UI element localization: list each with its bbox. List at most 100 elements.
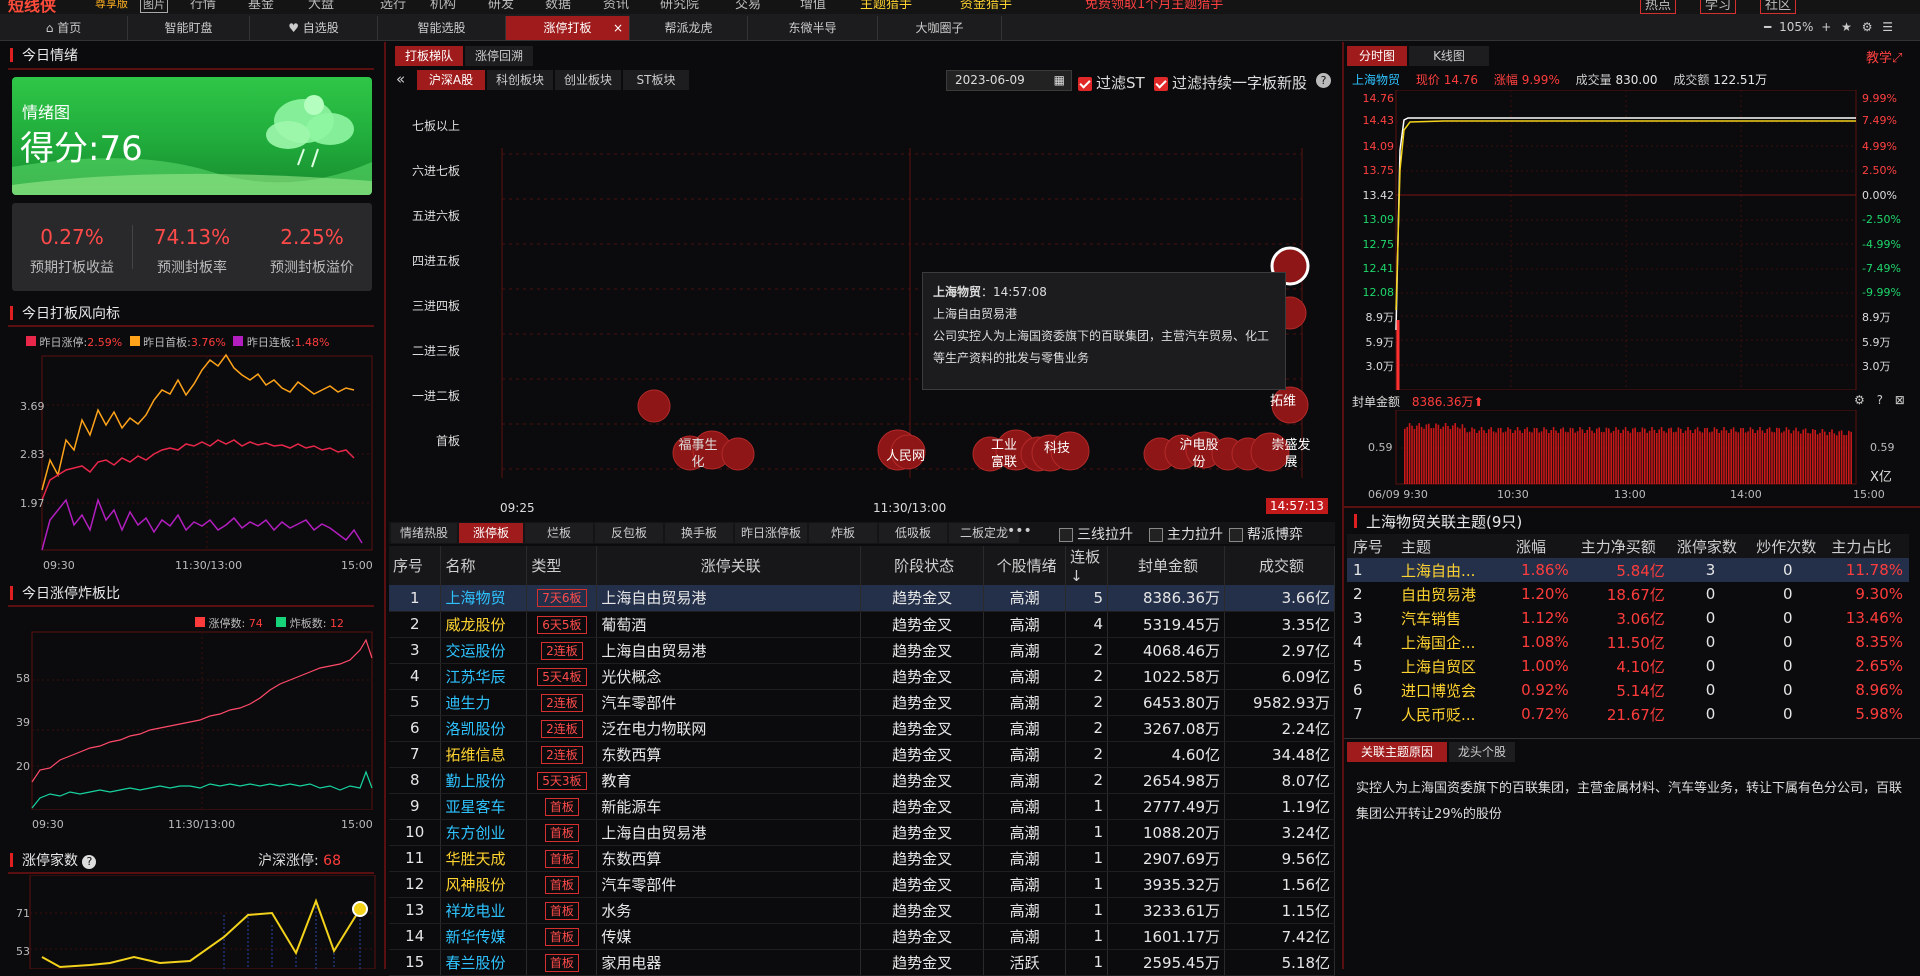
gear-icon[interactable]: ⚙ <box>1854 393 1865 407</box>
tab-intraday[interactable]: 分时图 <box>1347 46 1407 66</box>
bubble-label[interactable]: 福事生化 <box>677 437 719 471</box>
star-icon[interactable]: ★ <box>1841 20 1852 34</box>
learn-button[interactable]: 学习 <box>1700 0 1737 14</box>
btab-broken[interactable]: 炸板 <box>809 523 877 543</box>
btab-limitup[interactable]: 涨停板 <box>459 523 523 543</box>
table-row[interactable]: 3 交运股份 2连板 上海自由贸易港 趋势金叉 高潮 2 4068.46万 2.97亿 <box>389 637 1336 664</box>
menu-item-theme-hunter[interactable]: 主题猎手 <box>860 0 912 12</box>
tab-circle[interactable]: 大咖圈子 <box>878 16 1002 40</box>
promo-link[interactable]: 免费领取1个月主题猎手 <box>1085 0 1223 12</box>
table-row[interactable]: 2 自由贸易港 1.20% 18.67亿 0 0 9.30% <box>1347 582 1909 606</box>
bubble-label[interactable]: 崇盛发展 <box>1270 437 1312 471</box>
col-header[interactable]: 涨幅 <box>1509 534 1575 558</box>
tab-home[interactable]: ⌂ 首页 <box>0 16 128 40</box>
menu-item-market[interactable]: 行情 <box>190 0 216 12</box>
bubble-label[interactable]: 工业富联 <box>986 437 1022 471</box>
table-row[interactable]: 3 汽车销售 1.12% 3.06亿 0 0 13.46% <box>1347 606 1909 630</box>
menu-item-fund-hunter[interactable]: 资金猎手 <box>960 0 1012 12</box>
menu-item-inst[interactable]: 机构 <box>430 0 456 12</box>
community-button[interactable]: 社区 <box>1760 0 1797 14</box>
col-header[interactable]: 主力占比 <box>1825 534 1909 558</box>
help-icon[interactable]: ? <box>1316 73 1331 88</box>
table-row[interactable]: 12 风神股份 首板 汽车零部件 趋势金叉 高潮 1 3935.32万 1.56亿 <box>389 871 1336 898</box>
table-row[interactable]: 13 祥龙电业 首板 水务 趋势金叉 高潮 1 3233.61万 1.15亿 <box>389 897 1336 924</box>
close-icon[interactable]: ⊠ <box>1895 393 1905 407</box>
btab-rotten[interactable]: 烂板 <box>525 523 593 543</box>
col-header[interactable]: 连板↓ <box>1065 546 1109 585</box>
table-row[interactable]: 1 上海自由... 1.86% 5.84亿 3 0 11.78% <box>1347 558 1909 582</box>
date-picker[interactable]: 2023-06-09 ▦ <box>946 70 1072 91</box>
table-row[interactable]: 1 上海物贸 7天6板 上海自由贸易港 趋势金叉 高潮 5 8386.36万 3.66亿 <box>389 585 1336 612</box>
table-row[interactable]: 4 江苏华辰 5天4板 光伏概念 趋势金叉 高潮 2 1022.58万 6.09亿 <box>389 663 1336 690</box>
hot-button[interactable]: 热点 <box>1640 0 1677 14</box>
col-header[interactable]: 名称 <box>440 546 528 585</box>
col-header[interactable]: 序号 <box>389 546 442 585</box>
gear-icon[interactable]: ⚙ <box>1862 20 1873 34</box>
table-row[interactable]: 10 东方创业 首板 上海自由贸易港 趋势金叉 高潮 1 1088.20万 3.24亿 <box>389 819 1336 846</box>
tab-watchlist[interactable]: ♥ 自选股 <box>250 16 378 40</box>
col-header[interactable]: 阶段状态 <box>860 546 985 585</box>
tab-backtrack[interactable]: 涨停回溯 <box>465 46 533 66</box>
market-tab-hs[interactable]: 沪深A股 <box>417 70 485 90</box>
menu-item-index[interactable]: 大盘 <box>308 0 334 12</box>
menu-item-pick[interactable]: 选行 <box>380 0 406 12</box>
col-header[interactable]: 涨停家数 <box>1670 534 1751 558</box>
bubble-label[interactable]: 人民网 <box>886 445 925 464</box>
table-row[interactable]: 5 上海自贸区 1.00% 4.10亿 0 0 2.65% <box>1347 654 1909 678</box>
photo-icon[interactable]: 图片 <box>140 0 168 13</box>
filter-st-checkbox[interactable]: 过滤ST <box>1078 72 1145 93</box>
more-icon[interactable]: ••• <box>1007 523 1032 539</box>
menu-item-trade[interactable]: 交易 <box>735 0 761 12</box>
table-row[interactable]: 7 人民币贬... 0.72% 21.67亿 0 0 5.98% <box>1347 702 1909 726</box>
menu-item-data[interactable]: 数据 <box>545 0 571 12</box>
bubble-label[interactable]: 拓维 <box>1270 390 1296 409</box>
col-header[interactable]: 封单金额 <box>1107 546 1225 585</box>
col-header[interactable]: 主力净买额 <box>1574 534 1671 558</box>
teach-link[interactable]: 教学⤢ <box>1866 47 1902 66</box>
menu-item-plus[interactable]: 增值 <box>800 0 826 12</box>
market-tab-st[interactable]: ST板块 <box>623 70 689 90</box>
table-row[interactable]: 6 进口博览会 0.92% 5.14亿 0 0 8.96% <box>1347 678 1909 702</box>
help-icon[interactable]: ? <box>1877 393 1883 407</box>
table-row[interactable]: 2 威龙股份 6天5板 葡萄酒 趋势金叉 高潮 4 5319.45万 3.35亿 <box>389 611 1336 638</box>
table-row[interactable]: 9 亚星客车 首板 新能源车 趋势金叉 高潮 1 2777.49万 1.19亿 <box>389 793 1336 820</box>
table-row[interactable]: 7 拓维信息 2连板 东数西算 趋势金叉 高潮 2 4.60亿 34.48亿 <box>389 741 1336 768</box>
tab-semi[interactable]: 东微半导 <box>748 16 878 40</box>
tab-ladder[interactable]: 打板梯队 <box>395 46 463 66</box>
table-row[interactable]: 11 华胜天成 首板 东数西算 趋势金叉 高潮 1 2907.69万 9.56亿 <box>389 845 1336 872</box>
col-header[interactable]: 成交额 <box>1224 546 1336 585</box>
toggle-gang[interactable]: 帮派博弈 <box>1229 524 1303 544</box>
menu-item-institute[interactable]: 研究院 <box>660 0 699 12</box>
table-row[interactable]: 15 春兰股份 首板 家用电器 趋势金叉 活跃 1 2595.45万 5.18亿 <box>389 949 1336 976</box>
btab-yesterday[interactable]: 昨日涨停板 <box>735 523 807 543</box>
table-row[interactable]: 14 新华传媒 首板 传媒 趋势金叉 高潮 1 1601.17万 7.42亿 <box>389 923 1336 950</box>
toggle-main-force[interactable]: 主力拉升 <box>1149 524 1223 544</box>
filter-newstock-checkbox[interactable]: 过滤持续一字板新股 <box>1154 72 1307 93</box>
tab-smart-watch[interactable]: 智能盯盘 <box>128 16 250 40</box>
menu-item-fund[interactable]: 基金 <box>248 0 274 12</box>
menu-icon[interactable]: ☰ <box>1882 20 1893 34</box>
tab-gang[interactable]: 帮派龙虎 <box>630 16 748 40</box>
btab-reverse[interactable]: 反包板 <box>595 523 663 543</box>
table-row[interactable]: 8 勤上股份 5天3板 教育 趋势金叉 高潮 2 2654.98万 8.07亿 <box>389 767 1336 794</box>
collapse-icon[interactable]: « <box>396 70 405 88</box>
col-header[interactable]: 类型 <box>526 546 598 585</box>
market-tab-gem[interactable]: 创业板块 <box>555 70 621 90</box>
table-row[interactable]: 5 迪生力 2连板 汽车零部件 趋势金叉 高潮 2 6453.80万 9582.93万 <box>389 689 1336 716</box>
col-header[interactable]: 主题 <box>1395 534 1510 558</box>
tab-kline[interactable]: K线图 <box>1409 46 1489 66</box>
market-tab-star[interactable]: 科创板块 <box>487 70 553 90</box>
btab-hot[interactable]: 情绪热股 <box>391 523 457 543</box>
toggle-three-line[interactable]: 三线拉升 <box>1059 524 1133 544</box>
menu-item-research[interactable]: 研发 <box>488 0 514 12</box>
bubble-label[interactable]: 科技 <box>1044 437 1070 456</box>
tab-limit-up[interactable]: 涨停打板 × <box>506 16 630 40</box>
tab-smart-select[interactable]: 智能选股 <box>378 16 506 40</box>
close-icon[interactable]: × <box>613 16 623 40</box>
menu-item-news[interactable]: 资讯 <box>603 0 629 12</box>
col-header[interactable]: 炒作次数 <box>1750 534 1826 558</box>
zoom-in-icon[interactable]: + <box>1821 20 1831 34</box>
col-header[interactable]: 序号 <box>1347 534 1396 558</box>
tab-theme-reason[interactable]: 关联主题原因 <box>1347 742 1447 762</box>
btab-lowbuy[interactable]: 低吸板 <box>879 523 947 543</box>
